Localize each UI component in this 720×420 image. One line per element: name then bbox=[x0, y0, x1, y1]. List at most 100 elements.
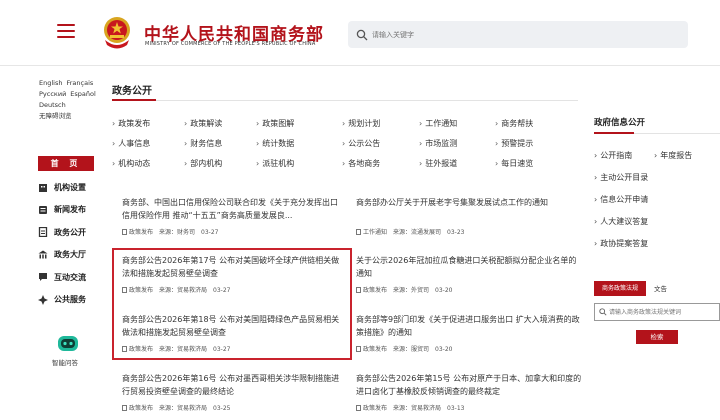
news-source: 来源：财务司 bbox=[159, 229, 196, 236]
gov-info-link[interactable]: › 政协提案答复 bbox=[594, 238, 648, 249]
category-link[interactable]: › 财务信息 bbox=[184, 138, 222, 149]
site-subtitle: MINISTRY OF COMMERCE OF THE PEOPLE'S REP… bbox=[145, 41, 316, 47]
category-link[interactable]: › 工作通知 bbox=[419, 118, 457, 129]
category-link[interactable]: › 统计数据 bbox=[256, 138, 294, 149]
policy-search-input[interactable] bbox=[609, 306, 717, 319]
news-category[interactable]: 政策发布 bbox=[356, 402, 387, 415]
sidebar-item-news[interactable]: 新闻发布 bbox=[38, 199, 102, 222]
site-search[interactable] bbox=[348, 21, 688, 48]
news-source: 来源：外贸司 bbox=[393, 287, 430, 294]
section-title[interactable]: 政务公开 bbox=[112, 82, 152, 97]
gov-info-link[interactable]: › 信息公开申请 bbox=[594, 194, 648, 205]
lang-spanish[interactable]: Español bbox=[70, 90, 96, 98]
category-link[interactable]: › 预警提示 bbox=[495, 138, 533, 149]
sidebar-item-label: 公共服务 bbox=[54, 295, 86, 305]
policy-search-box[interactable] bbox=[594, 303, 720, 321]
category-link[interactable]: › 市场监测 bbox=[419, 138, 457, 149]
category-link[interactable]: › 政策解读 bbox=[184, 118, 222, 129]
news-title[interactable]: 关于公示2026年冠加拉瓜食糖进口关税配额拟分配企业名单的通知 bbox=[356, 254, 582, 280]
sidebar-item-interaction[interactable]: 互动交流 bbox=[38, 266, 102, 289]
category-link[interactable]: › 政策图解 bbox=[256, 118, 294, 129]
category-link[interactable]: › 派驻机构 bbox=[256, 158, 294, 169]
section-divider-accent bbox=[112, 99, 156, 101]
sidebar-item-label: 政务大厅 bbox=[54, 250, 86, 260]
news-source: 来源：服贸司 bbox=[393, 346, 430, 353]
home-button[interactable]: 首 页 bbox=[38, 156, 94, 171]
lang-english[interactable]: English bbox=[39, 79, 62, 87]
policy-search-button[interactable]: 检索 bbox=[636, 330, 678, 344]
news-title[interactable]: 商务部等9部门印发《关于促进进口服务出口 扩大入境消费的政策措施》的通知 bbox=[356, 313, 582, 339]
doc-icon bbox=[356, 405, 361, 411]
news-category[interactable]: 政策发布 bbox=[356, 284, 387, 297]
news-title[interactable]: 商务部公告2026年第15号 公布对原产于日本、加拿大和印度的进口卤化丁基橡胶反… bbox=[356, 372, 582, 398]
news-item[interactable]: 商务部办公厅关于开展老字号集聚发展试点工作的通知 工作通知 来源：流通发展司 03-… bbox=[356, 196, 582, 239]
category-link[interactable]: › 驻外报道 bbox=[419, 158, 457, 169]
category-link[interactable]: › 政策发布 bbox=[112, 118, 150, 129]
doc-icon bbox=[122, 405, 127, 411]
news-category[interactable]: 政策发布 bbox=[122, 402, 153, 415]
category-link[interactable]: › 部内机构 bbox=[184, 158, 222, 169]
category-link[interactable]: › 商务帮扶 bbox=[495, 118, 533, 129]
doc-icon bbox=[356, 287, 361, 293]
lang-german[interactable]: Deutsch bbox=[39, 101, 66, 109]
gov-info-link[interactable]: › 公开指南 bbox=[594, 150, 632, 161]
assistant-robot-icon[interactable] bbox=[56, 333, 80, 353]
category-link[interactable]: › 规划计划 bbox=[342, 118, 380, 129]
site-header: 中华人民共和国商务部 MINISTRY OF COMMERCE OF THE P… bbox=[0, 0, 720, 66]
sidebar-item-hall[interactable]: 政务大厅 bbox=[38, 244, 102, 267]
search-icon bbox=[599, 308, 607, 316]
news-date: 03-25 bbox=[213, 405, 231, 412]
assistant-label[interactable]: 智能问答 bbox=[52, 357, 78, 367]
services-icon bbox=[38, 294, 48, 305]
sidebar-item-label: 新闻发布 bbox=[54, 205, 86, 215]
news-category[interactable]: 工作通知 bbox=[356, 226, 387, 239]
news-item[interactable]: 关于公示2026年冠加拉瓜食糖进口关税配额拟分配企业名单的通知 政策发布 来源：外… bbox=[356, 254, 582, 297]
newspaper-icon bbox=[39, 205, 47, 214]
news-title[interactable]: 商务部公告2026年第16号 公布对墨西哥相关涉华限制措施进行贸易投资壁垒调查的… bbox=[122, 372, 340, 398]
news-source: 来源：流通发展司 bbox=[393, 229, 442, 236]
hall-icon bbox=[38, 250, 48, 259]
category-link[interactable]: › 各地商务 bbox=[342, 158, 380, 169]
sidebar-item-services[interactable]: 公共服务 bbox=[38, 289, 102, 312]
news-date: 03-23 bbox=[447, 229, 465, 236]
news-item[interactable]: 商务部公告2026年第16号 公布对墨西哥相关涉华限制措施进行贸易投资壁垒调查的… bbox=[122, 372, 340, 415]
sidebar-item-organization[interactable]: 机构设置 bbox=[38, 176, 102, 199]
news-date: 03-20 bbox=[435, 346, 453, 353]
menu-icon[interactable] bbox=[57, 24, 75, 38]
category-link[interactable]: › 每日速览 bbox=[495, 158, 533, 169]
gov-info-title[interactable]: 政府信息公开 bbox=[594, 116, 645, 128]
news-item[interactable]: 商务部公告2026年第15号 公布对原产于日本、加拿大和印度的进口卤化丁基橡胶反… bbox=[356, 372, 582, 415]
doc-icon bbox=[356, 229, 361, 235]
accessibility-link[interactable]: 无障碍浏览 bbox=[39, 112, 72, 120]
search-icon[interactable] bbox=[356, 29, 368, 41]
tab-policy-regulations[interactable]: 商务政策法规 bbox=[594, 281, 646, 296]
news-date: 03-27 bbox=[201, 229, 219, 236]
news-item[interactable]: 商务部、中国出口信用保险公司联合印发《关于充分发挥出口信用保险作用 推动“十五五… bbox=[122, 196, 340, 239]
news-source: 来源：贸易救济局 bbox=[393, 405, 442, 412]
news-title[interactable]: 商务部办公厅关于开展老字号集聚发展试点工作的通知 bbox=[356, 196, 582, 222]
category-link[interactable]: › 人事信息 bbox=[112, 138, 150, 149]
gov-info-link[interactable]: › 人大建议答复 bbox=[594, 216, 648, 227]
building-icon bbox=[39, 184, 47, 193]
news-category[interactable]: 政策发布 bbox=[356, 343, 387, 356]
news-title[interactable]: 商务部、中国出口信用保险公司联合印发《关于充分发挥出口信用保险作用 推动“十五五… bbox=[122, 196, 340, 222]
national-emblem-icon[interactable] bbox=[100, 14, 134, 50]
sidebar-item-gov-affairs[interactable]: 政务公开 bbox=[38, 221, 102, 244]
sidebar-item-label: 机构设置 bbox=[54, 182, 86, 192]
sidebar-item-label: 政务公开 bbox=[54, 227, 86, 237]
gov-info-link[interactable]: › 年度报告 bbox=[654, 150, 692, 161]
sidebar-nav: 机构设置 新闻发布 政务公开 政务大厅 互动交流 公共服务 bbox=[38, 176, 102, 311]
search-input[interactable] bbox=[372, 25, 672, 44]
news-category[interactable]: 政策发布 bbox=[122, 226, 153, 239]
category-link[interactable]: › 公示公告 bbox=[342, 138, 380, 149]
news-item[interactable]: 商务部等9部门印发《关于促进进口服务出口 扩大入境消费的政策措施》的通知 政策发… bbox=[356, 313, 582, 356]
right-divider-accent bbox=[594, 132, 634, 134]
chat-icon bbox=[39, 273, 47, 282]
language-switcher: English Français Русский Español Deutsch 无… bbox=[39, 78, 99, 122]
lang-russian[interactable]: Русский bbox=[39, 90, 66, 98]
category-link[interactable]: › 机构动态 bbox=[112, 158, 150, 169]
lang-french[interactable]: Français bbox=[66, 79, 93, 87]
gov-info-link[interactable]: › 主动公开目录 bbox=[594, 172, 648, 183]
tab-documents[interactable]: 文告 bbox=[654, 283, 667, 293]
highlight-box bbox=[112, 248, 352, 360]
